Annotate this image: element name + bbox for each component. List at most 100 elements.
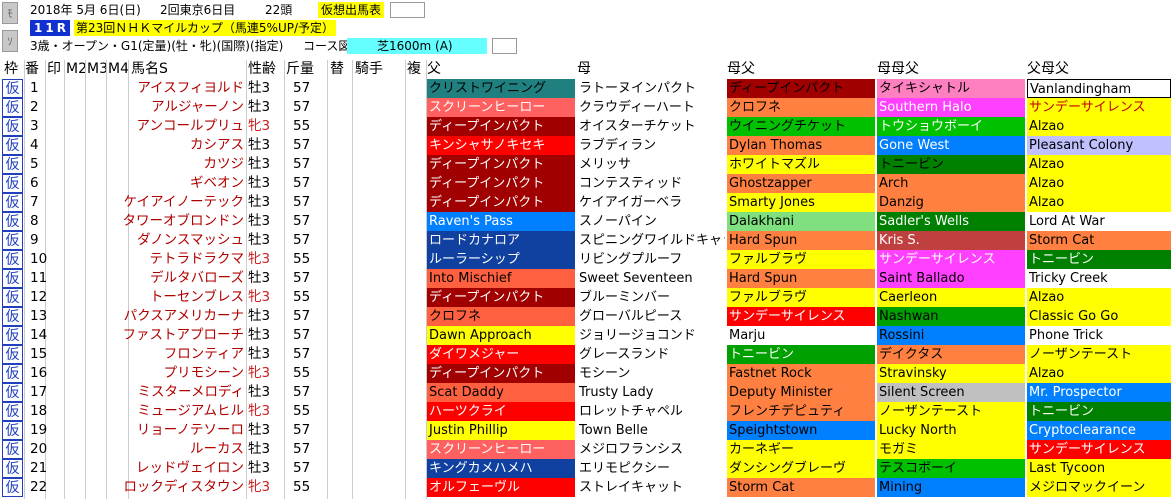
sire-sire-cell[interactable]: サンデーサイレンス — [1027, 98, 1171, 117]
dam-dam-sire-cell[interactable]: Saint Ballado — [877, 269, 1025, 288]
dam-cell[interactable]: スノーパイン — [577, 212, 725, 231]
damsire-cell[interactable]: Dylan Thomas — [727, 136, 875, 155]
sire-sire-cell[interactable]: トニービン — [1027, 402, 1171, 421]
horse-name[interactable]: アルジャーノン — [118, 98, 244, 117]
sire-cell[interactable]: ディープインパクト — [427, 364, 575, 383]
sire-cell[interactable]: ディープインパクト — [427, 288, 575, 307]
waku-cell[interactable]: 仮 — [2, 421, 23, 440]
sire-sire-cell[interactable]: Lord At War — [1027, 212, 1171, 231]
dam-dam-sire-cell[interactable]: テスコボーイ — [877, 459, 1025, 478]
dam-dam-sire-cell[interactable]: サンデーサイレンス — [877, 250, 1025, 269]
sire-sire-cell[interactable]: Mr. Prospector — [1027, 383, 1171, 402]
dam-cell[interactable]: オイスターチケット — [577, 117, 725, 136]
horse-name[interactable]: ミスターメロディ — [118, 383, 244, 402]
dam-cell[interactable]: メリッサ — [577, 155, 725, 174]
dam-cell[interactable]: ブルーミンバー — [577, 288, 725, 307]
table-row[interactable]: 仮 13 パクスアメリカーナ 牡3 57 クロフネ グローバルピース サンデーサイレンス Nas… — [0, 307, 1173, 326]
dam-dam-sire-cell[interactable]: Mining — [877, 478, 1025, 497]
dam-cell[interactable]: ケイアイガーベラ — [577, 193, 725, 212]
waku-cell[interactable]: 仮 — [2, 269, 23, 288]
damsire-cell[interactable]: Fastnet Rock — [727, 364, 875, 383]
dam-cell[interactable]: コンテスティッド — [577, 174, 725, 193]
waku-cell[interactable]: 仮 — [2, 478, 23, 497]
dam-dam-sire-cell[interactable]: タイキシャトル — [877, 79, 1025, 98]
sire-cell[interactable]: ディープインパクト — [427, 155, 575, 174]
sire-cell[interactable]: ルーラーシップ — [427, 250, 575, 269]
waku-cell[interactable]: 仮 — [2, 136, 23, 155]
horse-name[interactable]: アイスフィヨルド — [118, 79, 244, 98]
dam-cell[interactable]: メジロフランシス — [577, 440, 725, 459]
horse-name[interactable]: ダノンスマッシュ — [118, 231, 244, 250]
dam-cell[interactable]: エリモピクシー — [577, 459, 725, 478]
damsire-cell[interactable]: Deputy Minister — [727, 383, 875, 402]
sire-sire-cell[interactable]: Tricky Creek — [1027, 269, 1171, 288]
dam-dam-sire-cell[interactable]: Stravinsky — [877, 364, 1025, 383]
sire-sire-cell[interactable]: トニービン — [1027, 250, 1171, 269]
dam-dam-sire-cell[interactable]: Danzig — [877, 193, 1025, 212]
sire-cell[interactable]: Justin Phillip — [427, 421, 575, 440]
dam-cell[interactable]: Sweet Seventeen — [577, 269, 725, 288]
horse-name[interactable]: リョーノテソーロ — [118, 421, 244, 440]
table-row[interactable]: 仮 2 アルジャーノン 牡3 57 スクリーンヒーロー クラウディーハート クロフネ South… — [0, 98, 1173, 117]
waku-cell[interactable]: 仮 — [2, 79, 23, 98]
dam-dam-sire-cell[interactable]: トウショウボーイ — [877, 117, 1025, 136]
sire-cell[interactable]: Raven's Pass — [427, 212, 575, 231]
damsire-cell[interactable]: Storm Cat — [727, 478, 875, 497]
sire-cell[interactable]: スクリーンヒーロー — [427, 440, 575, 459]
dam-cell[interactable]: クラウディーハート — [577, 98, 725, 117]
dam-dam-sire-cell[interactable]: Nashwan — [877, 307, 1025, 326]
waku-cell[interactable]: 仮 — [2, 364, 23, 383]
sire-cell[interactable]: スクリーンヒーロー — [427, 98, 575, 117]
table-row[interactable]: 仮 12 トーセンブレス 牝3 55 ディープインパクト ブルーミンバー ファルブラヴ Caer… — [0, 288, 1173, 307]
dam-cell[interactable]: グローバルピース — [577, 307, 725, 326]
table-row[interactable]: 仮9 ダノンスマッシュ牡3 57 ロードカナロアスピニングワイルドキャットHard S… — [0, 231, 1173, 250]
horse-name[interactable]: ギベオン — [118, 174, 244, 193]
dam-dam-sire-cell[interactable]: Kris S. — [877, 231, 1025, 250]
sire-cell[interactable]: ディープインパクト — [427, 193, 575, 212]
horse-name[interactable]: ロックディスタウン — [118, 478, 244, 497]
horse-name[interactable]: カシアス — [118, 136, 244, 155]
table-row[interactable]: 仮 18 ミュージアムヒル 牝3 55 ハーツクライ ロレットチャペル フレンチデピュティ ノー… — [0, 402, 1173, 421]
sire-cell[interactable]: キングカメハメハ — [427, 459, 575, 478]
dam-dam-sire-cell[interactable]: モガミ — [877, 440, 1025, 459]
table-row[interactable]: 仮 19 リョーノテソーロ 牡3 57 Justin Phillip Town Belle S… — [0, 421, 1173, 440]
table-row[interactable]: 仮 16 プリモシーン 牝3 55 ディープインパクト モシーン Fastnet Rock St… — [0, 364, 1173, 383]
sire-sire-cell[interactable]: Vanlandingham — [1027, 79, 1171, 98]
dam-cell[interactable]: グレースランド — [577, 345, 725, 364]
horse-name[interactable]: ルーカス — [118, 440, 244, 459]
damsire-cell[interactable]: Smarty Jones — [727, 193, 875, 212]
waku-cell[interactable]: 仮 — [2, 250, 23, 269]
horse-name[interactable]: トーセンブレス — [118, 288, 244, 307]
damsire-cell[interactable]: ウイニングチケット — [727, 117, 875, 136]
table-row[interactable]: 仮 3 アンコールプリュ 牝3 55 ディープインパクト オイスターチケット ウイニングチケッ… — [0, 117, 1173, 136]
waku-cell[interactable]: 仮 — [2, 193, 23, 212]
waku-cell[interactable]: 仮 — [2, 459, 23, 478]
sire-sire-cell[interactable]: Classic Go Go — [1027, 307, 1171, 326]
table-row[interactable]: 仮 22 ロックディスタウン 牝3 55 オルフェーヴル ストレイキャット Storm Cat… — [0, 478, 1173, 497]
table-row[interactable]: 仮 5 カツジ 牡3 57 ディープインパクト メリッサ ホワイトマズル トニービン Alzao — [0, 155, 1173, 174]
waku-cell[interactable]: 仮 — [2, 288, 23, 307]
dam-dam-sire-cell[interactable]: Sadler's Wells — [877, 212, 1025, 231]
waku-cell[interactable]: 仮 — [2, 174, 23, 193]
dam-dam-sire-cell[interactable]: Lucky North — [877, 421, 1025, 440]
waku-cell[interactable]: 仮 — [2, 212, 23, 231]
sire-sire-cell[interactable]: Alzao — [1027, 155, 1171, 174]
table-row[interactable]: 仮 17 ミスターメロディ 牡3 57 Scat Daddy Trusty Lady Depu… — [0, 383, 1173, 402]
dam-dam-sire-cell[interactable]: Caerleon — [877, 288, 1025, 307]
dam-dam-sire-cell[interactable]: デイクタス — [877, 345, 1025, 364]
dam-cell[interactable]: ストレイキャット — [577, 478, 725, 497]
horse-name[interactable]: フロンティア — [118, 345, 244, 364]
course-map-link[interactable]: コース図 — [303, 38, 350, 54]
horse-name[interactable]: ケイアイノーテック — [118, 193, 244, 212]
sire-cell[interactable]: Scat Daddy — [427, 383, 575, 402]
damsire-cell[interactable]: Marju — [727, 326, 875, 345]
horse-name[interactable]: タワーオブロンドン — [118, 212, 245, 231]
horse-name[interactable]: パクスアメリカーナ — [118, 307, 244, 326]
sire-sire-cell[interactable]: Alzao — [1027, 117, 1171, 136]
sire-cell[interactable]: ハーツクライ — [427, 402, 575, 421]
sire-sire-cell[interactable]: Alzao — [1027, 174, 1171, 193]
sire-cell[interactable]: ロードカナロア — [427, 231, 575, 250]
sire-cell[interactable]: ディープインパクト — [427, 174, 575, 193]
table-row[interactable]: 仮 21 レッドヴェイロン 牡3 57 キングカメハメハ エリモピクシー ダンシングブレーヴテ… — [0, 459, 1173, 478]
sire-cell[interactable]: クロフネ — [427, 307, 575, 326]
